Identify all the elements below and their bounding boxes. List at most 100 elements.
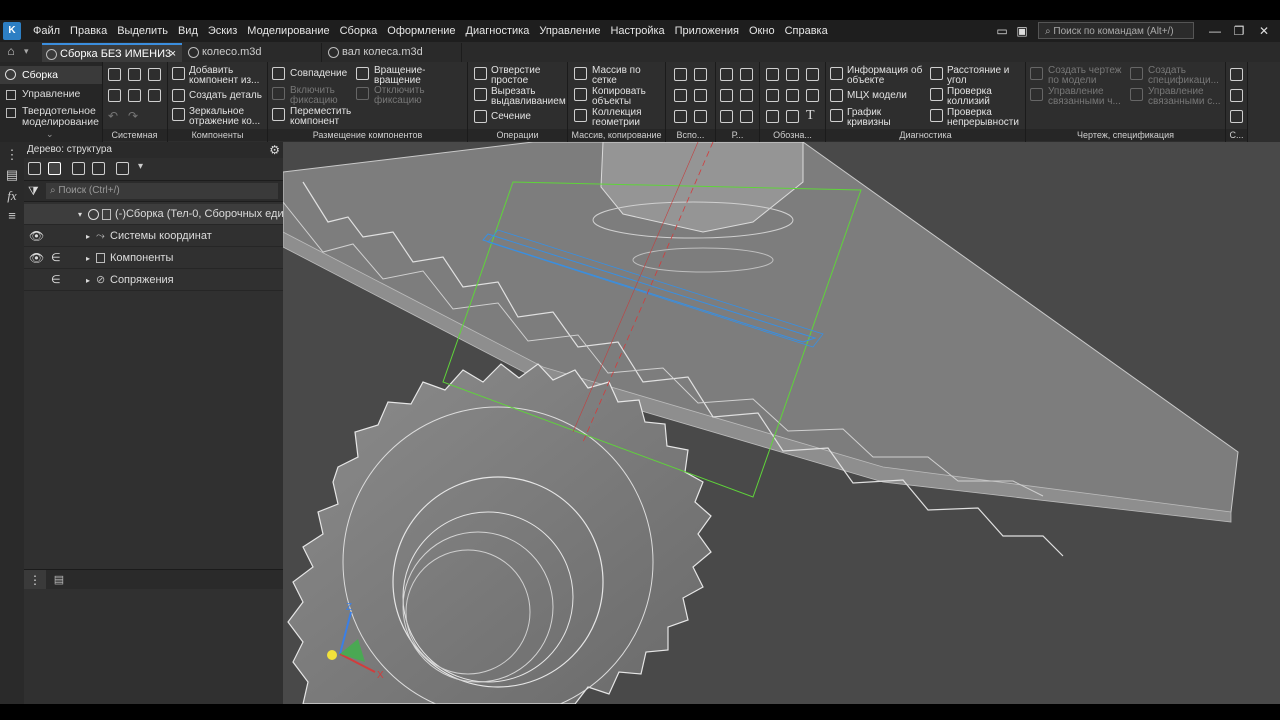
aux-point-icon[interactable] bbox=[674, 89, 687, 102]
disable-fixation-button[interactable]: Отключить фиксацию bbox=[374, 86, 454, 106]
surface-patch-icon[interactable] bbox=[740, 110, 753, 123]
expand-arrow-icon[interactable]: ▸ bbox=[86, 270, 90, 290]
move-component-button[interactable]: Переместить компонент bbox=[290, 107, 370, 127]
expand-arrow-icon[interactable]: ▸ bbox=[86, 226, 90, 246]
print-icon[interactable] bbox=[108, 89, 121, 102]
leader-icon[interactable] bbox=[766, 89, 779, 102]
tree-row-coord-systems[interactable]: 👁 ▸ ⤳ Системы координат bbox=[24, 226, 283, 247]
mirror-component-button[interactable]: Зеркальное отражение ко... bbox=[189, 107, 267, 127]
aux-cs-icon[interactable] bbox=[694, 89, 707, 102]
copy-objects-button[interactable]: Копировать объекты bbox=[592, 87, 664, 107]
layout-icon[interactable]: ▭ bbox=[993, 22, 1011, 40]
model-viewport[interactable]: Z X bbox=[283, 142, 1280, 704]
aux-axis-icon[interactable] bbox=[694, 68, 707, 81]
tree-search-input[interactable]: ⌕ Поиск (Ctrl+/) bbox=[46, 183, 278, 199]
tree-group-icon[interactable] bbox=[92, 162, 105, 175]
filter-funnel-icon[interactable]: ⧩ bbox=[28, 184, 42, 198]
close-icon[interactable]: ✕ bbox=[1255, 22, 1273, 40]
structure-tree-icon[interactable] bbox=[28, 162, 41, 175]
mass-properties-button[interactable]: МЦХ модели bbox=[847, 91, 907, 101]
command-search-input[interactable]: ⌕ Поиск по командам (Alt+/) bbox=[1038, 22, 1194, 39]
create-drawing-button[interactable]: Создать чертеж по модели bbox=[1048, 66, 1124, 86]
menu-window[interactable]: Окно bbox=[744, 20, 780, 42]
copy-icon[interactable] bbox=[128, 89, 141, 102]
panel-icon[interactable]: ▣ bbox=[1013, 22, 1031, 40]
simple-hole-button[interactable]: Отверстие простое bbox=[491, 66, 567, 86]
minimize-icon[interactable]: — bbox=[1206, 22, 1224, 40]
coincidence-button[interactable]: Совпадение bbox=[290, 69, 347, 79]
aux-curve-icon[interactable] bbox=[694, 110, 707, 123]
add-component-button[interactable]: Добавить компонент из... bbox=[189, 66, 267, 86]
tree-row-mates[interactable]: ∈ ▸ ⊘ Сопряжения bbox=[24, 270, 283, 291]
manage-linked-specs-button[interactable]: Управление связанными с... bbox=[1148, 87, 1224, 107]
tree-more-dropdown-icon[interactable]: ▾ bbox=[138, 161, 143, 172]
tree-panel-icon[interactable]: ⋮ bbox=[5, 148, 19, 162]
open-folder-icon[interactable] bbox=[128, 68, 141, 81]
sketch-rect-icon[interactable] bbox=[720, 68, 733, 81]
undo-icon[interactable]: ↶ bbox=[108, 109, 118, 123]
geometry-collection-button[interactable]: Коллекция геометрии bbox=[592, 108, 664, 128]
properties-tab-icon[interactable]: ▤ bbox=[48, 570, 70, 590]
angle-dimension-icon[interactable] bbox=[786, 110, 799, 123]
menu-help[interactable]: Справка bbox=[780, 20, 833, 42]
menu-file[interactable]: Файл bbox=[28, 20, 65, 42]
menu-management[interactable]: Управление bbox=[534, 20, 605, 42]
s-tool-1-icon[interactable] bbox=[1230, 68, 1243, 81]
menu-view[interactable]: Вид bbox=[173, 20, 203, 42]
section-button[interactable]: Сечение bbox=[491, 112, 531, 122]
gear-shape-icon[interactable] bbox=[740, 89, 753, 102]
distance-angle-button[interactable]: Расстояние и угол bbox=[947, 66, 1025, 86]
target-icon[interactable] bbox=[786, 68, 799, 81]
visibility-eye-icon[interactable]: 👁 bbox=[29, 226, 44, 246]
aux-plane-icon[interactable] bbox=[674, 68, 687, 81]
create-part-button[interactable]: Создать деталь bbox=[189, 91, 262, 101]
tabs-dropdown-icon[interactable]: ▾ bbox=[24, 44, 36, 58]
s-tool-2-icon[interactable] bbox=[1230, 89, 1243, 102]
collapse-arrow-icon[interactable]: ▾ bbox=[78, 204, 82, 224]
menu-settings[interactable]: Настройка bbox=[605, 20, 669, 42]
tree-sort-icon[interactable] bbox=[116, 162, 129, 175]
tree-filter-icon[interactable] bbox=[72, 162, 85, 175]
visibility-eye-icon[interactable]: 👁 bbox=[29, 248, 44, 268]
include-element-icon[interactable]: ∈ bbox=[51, 270, 61, 290]
collision-check-button[interactable]: Проверка коллизий bbox=[947, 87, 1017, 107]
home-icon[interactable]: ⌂ bbox=[4, 44, 18, 58]
tree-tab-icon[interactable]: ⋮ bbox=[24, 570, 46, 590]
menu-assembly[interactable]: Сборка bbox=[335, 20, 383, 42]
object-info-button[interactable]: Информация об объекте bbox=[847, 66, 927, 86]
include-element-icon[interactable]: ∈ bbox=[51, 248, 61, 268]
rotation-rotation-button[interactable]: Вращение-вращение bbox=[374, 66, 454, 86]
tree-settings-gear-icon[interactable]: ⚙ bbox=[269, 142, 280, 158]
sketch-icon[interactable] bbox=[740, 68, 753, 81]
tab-assembly[interactable]: Сборка БЕЗ ИМЕНИ3 × bbox=[42, 43, 182, 62]
menu-select[interactable]: Выделить bbox=[112, 20, 173, 42]
menu-design[interactable]: Оформление bbox=[382, 20, 460, 42]
tab-wheel[interactable]: колесо.m3d bbox=[184, 43, 322, 62]
menu-edit[interactable]: Правка bbox=[65, 20, 112, 42]
menu-modeling[interactable]: Моделирование bbox=[242, 20, 334, 42]
mode-management[interactable]: Управление bbox=[0, 89, 102, 103]
expand-modes-icon[interactable]: ⌄ bbox=[46, 129, 54, 140]
save-all-icon[interactable] bbox=[148, 89, 161, 102]
s-tool-3-icon[interactable] bbox=[1230, 110, 1243, 123]
redo-icon[interactable]: ↷ bbox=[128, 109, 138, 123]
curvature-graph-button[interactable]: График кривизны bbox=[847, 108, 917, 128]
menu-applications[interactable]: Приложения bbox=[670, 20, 744, 42]
maximize-icon[interactable]: ❐ bbox=[1230, 22, 1248, 40]
create-spec-button[interactable]: Создать спецификаци... bbox=[1148, 66, 1224, 86]
thread-icon[interactable] bbox=[806, 68, 819, 81]
properties-panel-icon[interactable]: ▤ bbox=[5, 168, 19, 182]
grid-array-button[interactable]: Массив по сетке bbox=[592, 66, 664, 86]
extrude-cut-button[interactable]: Вырезать выдавливанием bbox=[491, 87, 567, 107]
app-logo-icon[interactable]: K bbox=[3, 22, 21, 40]
save-icon[interactable] bbox=[148, 68, 161, 81]
aux-line-icon[interactable] bbox=[674, 110, 687, 123]
tool-icon[interactable] bbox=[766, 68, 779, 81]
tree-row-assembly[interactable]: ▾ (-)Сборка (Тел-0, Сборочных едини... bbox=[24, 204, 283, 225]
dimension-icon[interactable] bbox=[766, 110, 779, 123]
variables-icon[interactable]: fx bbox=[5, 189, 19, 203]
mode-solid-modeling[interactable]: Твердотельное моделирование bbox=[0, 106, 102, 130]
text-icon[interactable]: T bbox=[806, 108, 815, 124]
menu-diagnostics[interactable]: Диагностика bbox=[461, 20, 535, 42]
menu-sketch[interactable]: Эскиз bbox=[203, 20, 242, 42]
